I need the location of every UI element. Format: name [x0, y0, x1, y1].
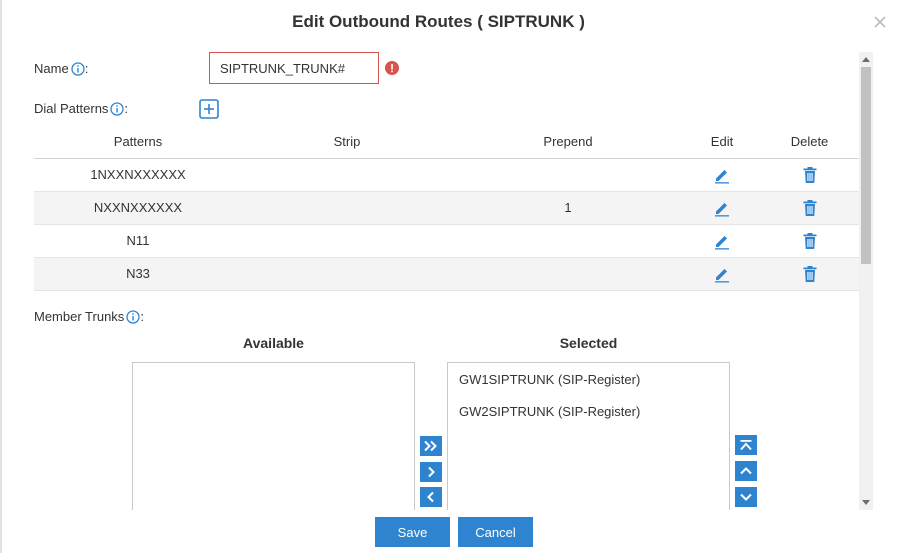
- dialog-title: Edit Outbound Routes ( SIPTRUNK ): [292, 12, 585, 31]
- pencil-icon[interactable]: [713, 199, 731, 217]
- add-square-icon[interactable]: [199, 99, 219, 119]
- close-icon[interactable]: [871, 13, 889, 31]
- chevron-left-icon[interactable]: [420, 487, 442, 507]
- content-scrollbar[interactable]: [859, 52, 873, 510]
- strip-cell: [242, 257, 452, 291]
- member-trunks-label: Member Trunks: [34, 309, 125, 324]
- info-icon[interactable]: [71, 61, 85, 76]
- strip-cell: [242, 224, 452, 258]
- trash-icon[interactable]: [801, 166, 819, 184]
- info-icon[interactable]: [126, 309, 140, 324]
- scroll-down-arrow[interactable]: [859, 496, 873, 510]
- pattern-cell: NXXNXXXXXX: [34, 191, 242, 225]
- header-delete: Delete: [760, 126, 859, 159]
- prepend-cell: [452, 257, 684, 291]
- pencil-icon[interactable]: [713, 166, 731, 184]
- name-colon: :: [84, 61, 89, 76]
- chevron-right-icon[interactable]: [420, 462, 442, 482]
- selected-trunks-list[interactable]: GW1SIPTRUNK (SIP-Register) GW2SIPTRUNK (…: [447, 362, 730, 510]
- dial-patterns-label-group: Dial Patterns :: [34, 101, 128, 116]
- prepend-cell: [452, 158, 684, 192]
- table-row: 1NXXNXXXXXX: [34, 158, 859, 192]
- trash-icon[interactable]: [801, 265, 819, 283]
- strip-cell: [242, 158, 452, 192]
- strip-cell: [242, 191, 452, 225]
- list-item[interactable]: GW2SIPTRUNK (SIP-Register): [448, 396, 729, 428]
- list-item[interactable]: GW1SIPTRUNK (SIP-Register): [448, 364, 729, 396]
- header-edit: Edit: [684, 126, 760, 159]
- prepend-cell: 1: [452, 191, 684, 225]
- pattern-cell: N33: [34, 257, 242, 291]
- name-label-group: Name :: [34, 61, 88, 76]
- table-row: N11: [34, 224, 859, 258]
- table-row: NXXNXXXXXX 1: [34, 191, 859, 225]
- member-trunks-colon: :: [140, 309, 144, 324]
- table-row: N33: [34, 257, 859, 291]
- member-trunks-label-group: Member Trunks :: [34, 309, 144, 324]
- scroll-up-arrow[interactable]: [859, 52, 873, 66]
- cancel-button[interactable]: Cancel: [458, 517, 533, 547]
- pencil-icon[interactable]: [713, 265, 731, 283]
- move-to-top-icon[interactable]: [735, 435, 757, 455]
- pattern-cell: 1NXXNXXXXXX: [34, 158, 242, 192]
- header-strip: Strip: [242, 126, 452, 159]
- prepend-cell: [452, 224, 684, 258]
- dial-patterns-colon: :: [124, 101, 129, 116]
- name-label: Name: [34, 61, 69, 76]
- scroll-thumb[interactable]: [861, 67, 871, 264]
- available-heading: Available: [243, 335, 304, 351]
- available-trunks-list[interactable]: [132, 362, 415, 510]
- dial-patterns-label: Dial Patterns: [34, 101, 109, 116]
- pencil-icon[interactable]: [713, 232, 731, 250]
- edit-outbound-route-dialog: Edit Outbound Routes ( SIPTRUNK ) Name :…: [0, 0, 903, 553]
- header-patterns: Patterns: [34, 126, 242, 159]
- error-icon: [385, 61, 399, 75]
- dial-patterns-table: Patterns Strip Prepend Edit Delete 1NXXN…: [34, 126, 859, 291]
- trash-icon[interactable]: [801, 199, 819, 217]
- info-icon[interactable]: [110, 101, 125, 116]
- chevron-down-icon[interactable]: [735, 487, 757, 507]
- name-input[interactable]: [209, 52, 379, 84]
- trash-icon[interactable]: [801, 232, 819, 250]
- dialog-body: Name : Dial Patterns : Patterns: [2, 44, 874, 510]
- selected-heading: Selected: [559, 335, 618, 351]
- pattern-cell: N11: [34, 224, 242, 258]
- chevron-up-icon[interactable]: [735, 461, 757, 481]
- header-prepend: Prepend: [452, 126, 684, 159]
- double-chevron-right-icon[interactable]: [420, 436, 442, 456]
- save-button[interactable]: Save: [375, 517, 450, 547]
